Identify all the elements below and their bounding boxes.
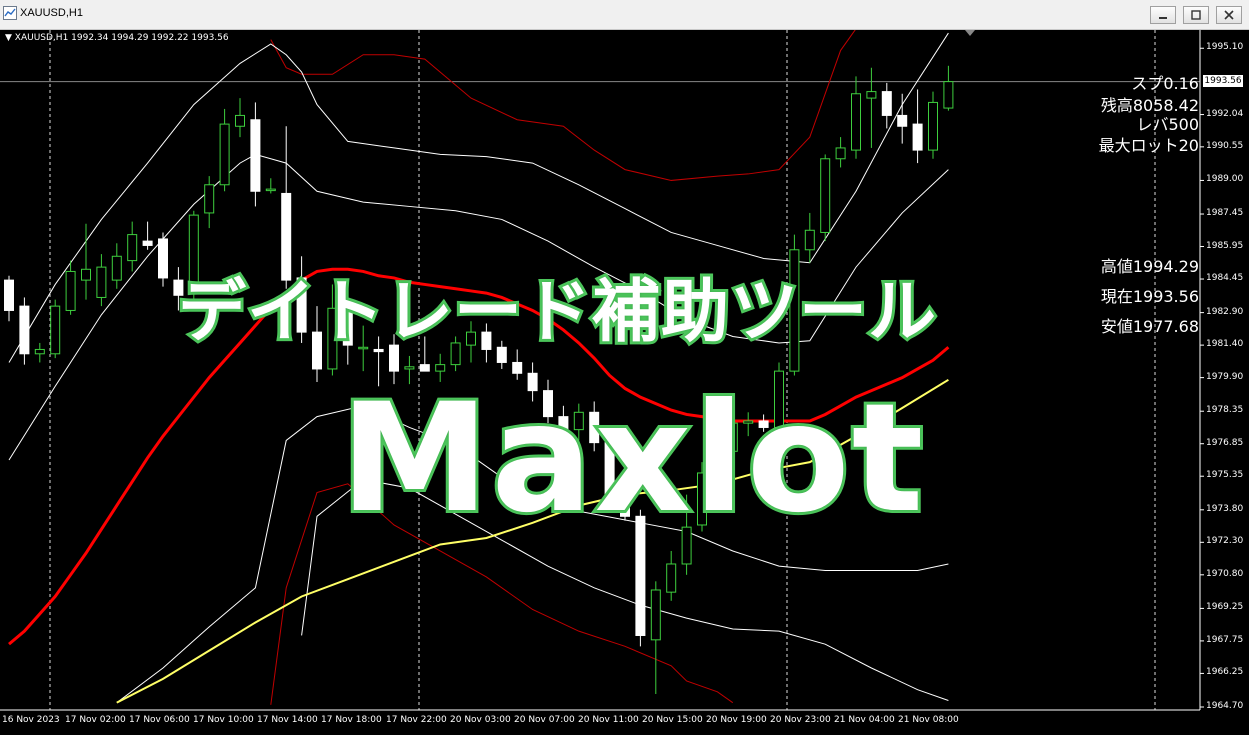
overlay-title-en: Maxlot xyxy=(337,369,926,549)
time-tick-label: 20 Nov 23:00 xyxy=(770,715,831,725)
time-tick-label: 17 Nov 10:00 xyxy=(193,715,254,725)
candle-body-bear xyxy=(158,238,168,279)
maximize-button[interactable] xyxy=(1183,6,1209,24)
candle-body-bull xyxy=(219,123,230,186)
time-tick-label: 21 Nov 08:00 xyxy=(898,715,959,725)
price-tick-label: 1975.35 xyxy=(1206,470,1244,481)
candle-body-bull xyxy=(127,234,138,262)
candle-body-bull xyxy=(666,563,677,593)
price-tick-label: 1985.95 xyxy=(1206,240,1244,251)
window-titlebar[interactable]: XAUUSD,H1 xyxy=(0,0,1249,30)
price-tick-label: 1979.90 xyxy=(1206,371,1244,382)
price-tick-label: 1964.70 xyxy=(1206,701,1244,711)
candle-body-bull xyxy=(928,101,938,151)
candle-body-bull xyxy=(111,255,122,281)
candle-body-bear xyxy=(881,91,892,116)
chart-window-icon xyxy=(3,6,17,20)
close-button[interactable] xyxy=(1216,6,1242,24)
time-tick-label: 20 Nov 07:00 xyxy=(514,715,575,725)
window-title: XAUUSD,H1 xyxy=(20,7,83,19)
overlay-title-jp: デイトレード補助ツール xyxy=(175,270,939,355)
close-icon xyxy=(1224,10,1234,20)
current-price-tag: 1993.56 xyxy=(1203,75,1243,87)
time-tick-label: 20 Nov 03:00 xyxy=(450,715,511,725)
candle-body-bear xyxy=(419,364,430,372)
info-current: 現在1993.56 xyxy=(1100,287,1199,306)
price-tick-label: 1967.75 xyxy=(1206,634,1244,645)
candle-body-bear xyxy=(897,114,908,127)
candle-body-bull xyxy=(204,184,215,214)
symbol-ohlc-label: ▼ XAUUSD,H1 1992.34 1994.29 1992.22 1993… xyxy=(5,33,229,43)
time-tick-label: 20 Nov 11:00 xyxy=(578,715,639,725)
price-tick-label: 1984.45 xyxy=(1206,273,1244,284)
price-tick-label: 1976.85 xyxy=(1206,437,1244,448)
candle-body-bear xyxy=(4,279,14,311)
candle-body-bull xyxy=(34,348,45,355)
minimize-button[interactable] xyxy=(1150,6,1176,24)
candle-body-bull xyxy=(81,268,91,281)
price-tick-label: 1966.25 xyxy=(1206,667,1244,678)
info-max-lot: 最大ロット20 xyxy=(1098,136,1199,155)
price-tick-label: 1982.90 xyxy=(1206,306,1244,317)
candle-body-bull xyxy=(835,147,846,160)
price-tick-label: 1970.80 xyxy=(1206,568,1244,579)
price-tick-label: 1990.55 xyxy=(1206,140,1244,151)
candle-body-bull xyxy=(65,270,76,311)
candle-body-bear xyxy=(142,240,153,246)
time-tick-label: 20 Nov 19:00 xyxy=(706,715,767,725)
candle-body-bull xyxy=(866,91,877,99)
restore-icon xyxy=(1191,10,1201,20)
candle-body-bull xyxy=(851,93,861,151)
time-tick-label: 17 Nov 22:00 xyxy=(386,715,447,725)
candle-body-bull xyxy=(96,266,107,298)
price-tick-label: 1989.00 xyxy=(1206,174,1244,185)
price-tick-label: 1973.80 xyxy=(1206,503,1244,514)
time-tick-label: 17 Nov 14:00 xyxy=(257,715,318,725)
candle-body-bull xyxy=(820,158,831,233)
time-tick-label: 16 Nov 2023 xyxy=(2,715,60,725)
symbol-triangle-icon: ▼ xyxy=(5,33,12,43)
candle-body-bear xyxy=(250,119,261,192)
candle-body-bull xyxy=(943,81,954,109)
price-tick-label: 1972.30 xyxy=(1206,536,1244,547)
price-tick-label: 1995.10 xyxy=(1206,42,1244,53)
price-tick-label: 1992.04 xyxy=(1206,108,1244,119)
candle-body-bull xyxy=(265,188,276,192)
info-low: 安値1977.68 xyxy=(1100,317,1199,336)
candle-body-bull xyxy=(235,114,245,127)
price-tick-label: 1981.40 xyxy=(1206,339,1244,350)
time-tick-label: 17 Nov 18:00 xyxy=(321,715,382,725)
price-tick-label: 1987.45 xyxy=(1206,208,1244,219)
candle-body-bull xyxy=(50,305,61,355)
candle-body-bull xyxy=(404,366,415,370)
terminal-window: XAUUSD,H1 ▼ XAUUSD,H1 1992.34 1994.29 19… xyxy=(0,0,1249,735)
candle-body-bear xyxy=(19,305,30,355)
time-tick-label: 17 Nov 02:00 xyxy=(65,715,126,725)
time-tick-label: 21 Nov 04:00 xyxy=(834,715,895,725)
candle-body-bull xyxy=(435,364,446,372)
minimize-icon xyxy=(1159,17,1167,19)
candle-body-bear xyxy=(912,123,923,151)
time-tick-label: 17 Nov 06:00 xyxy=(129,715,190,725)
candle-body-bull xyxy=(650,589,661,641)
info-spread: スプ0.16 xyxy=(1131,74,1199,93)
price-tick-label: 1969.25 xyxy=(1206,602,1244,613)
time-tick-label: 20 Nov 15:00 xyxy=(642,715,703,725)
info-high: 高値1994.29 xyxy=(1100,257,1199,276)
candle-body-bull xyxy=(804,229,815,251)
price-tick-label: 1978.35 xyxy=(1206,405,1244,416)
